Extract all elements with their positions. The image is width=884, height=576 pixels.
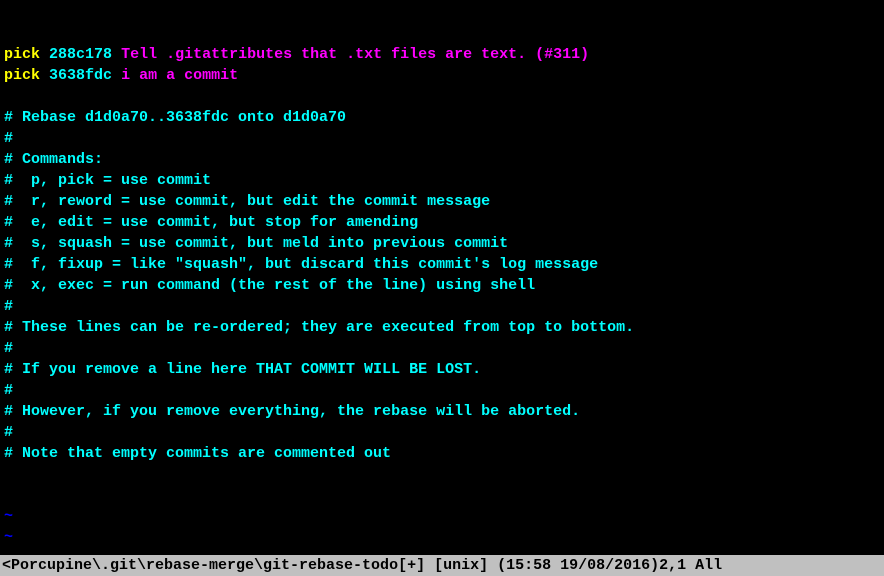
rebase-action: pick: [4, 67, 40, 84]
tilde-empty-line: ~: [4, 527, 880, 548]
comment-line[interactable]: # Commands:: [4, 149, 880, 170]
comment-line[interactable]: #: [4, 380, 880, 401]
comment-line[interactable]: # e, edit = use commit, but stop for ame…: [4, 212, 880, 233]
comment-line[interactable]: #: [4, 422, 880, 443]
editor-buffer[interactable]: pick 288c178 Tell .gitattributes that .t…: [4, 44, 880, 464]
comment-line[interactable]: # r, reword = use commit, but edit the c…: [4, 191, 880, 212]
comment-line[interactable]: #: [4, 338, 880, 359]
rebase-commit-line[interactable]: pick 288c178 Tell .gitattributes that .t…: [4, 44, 880, 65]
comment-line[interactable]: # Note that empty commits are commented …: [4, 443, 880, 464]
rebase-commit-line[interactable]: pick 3638fdc i am a commit: [4, 65, 880, 86]
tilde-empty-line: ~: [4, 506, 880, 527]
comment-line[interactable]: # If you remove a line here THAT COMMIT …: [4, 359, 880, 380]
comment-line[interactable]: # These lines can be re-ordered; they ar…: [4, 317, 880, 338]
comment-line[interactable]: [4, 86, 880, 107]
comment-line[interactable]: # p, pick = use commit: [4, 170, 880, 191]
comment-line[interactable]: # f, fixup = like "squash", but discard …: [4, 254, 880, 275]
commit-message: i am a commit: [121, 67, 238, 84]
commit-hash: 288c178: [49, 46, 112, 63]
commit-message: Tell .gitattributes that .txt files are …: [121, 46, 589, 63]
commit-hash: 3638fdc: [49, 67, 112, 84]
rebase-action: pick: [4, 46, 40, 63]
vim-editor-viewport[interactable]: pick 288c178 Tell .gitattributes that .t…: [0, 0, 884, 576]
comment-line[interactable]: #: [4, 128, 880, 149]
comment-line[interactable]: # However, if you remove everything, the…: [4, 401, 880, 422]
comment-line[interactable]: #: [4, 296, 880, 317]
comment-line[interactable]: # x, exec = run command (the rest of the…: [4, 275, 880, 296]
comment-line[interactable]: # Rebase d1d0a70..3638fdc onto d1d0a70: [4, 107, 880, 128]
vim-status-line: <Porcupine\.git\rebase-merge\git-rebase-…: [0, 555, 884, 576]
comment-line[interactable]: # s, squash = use commit, but meld into …: [4, 233, 880, 254]
